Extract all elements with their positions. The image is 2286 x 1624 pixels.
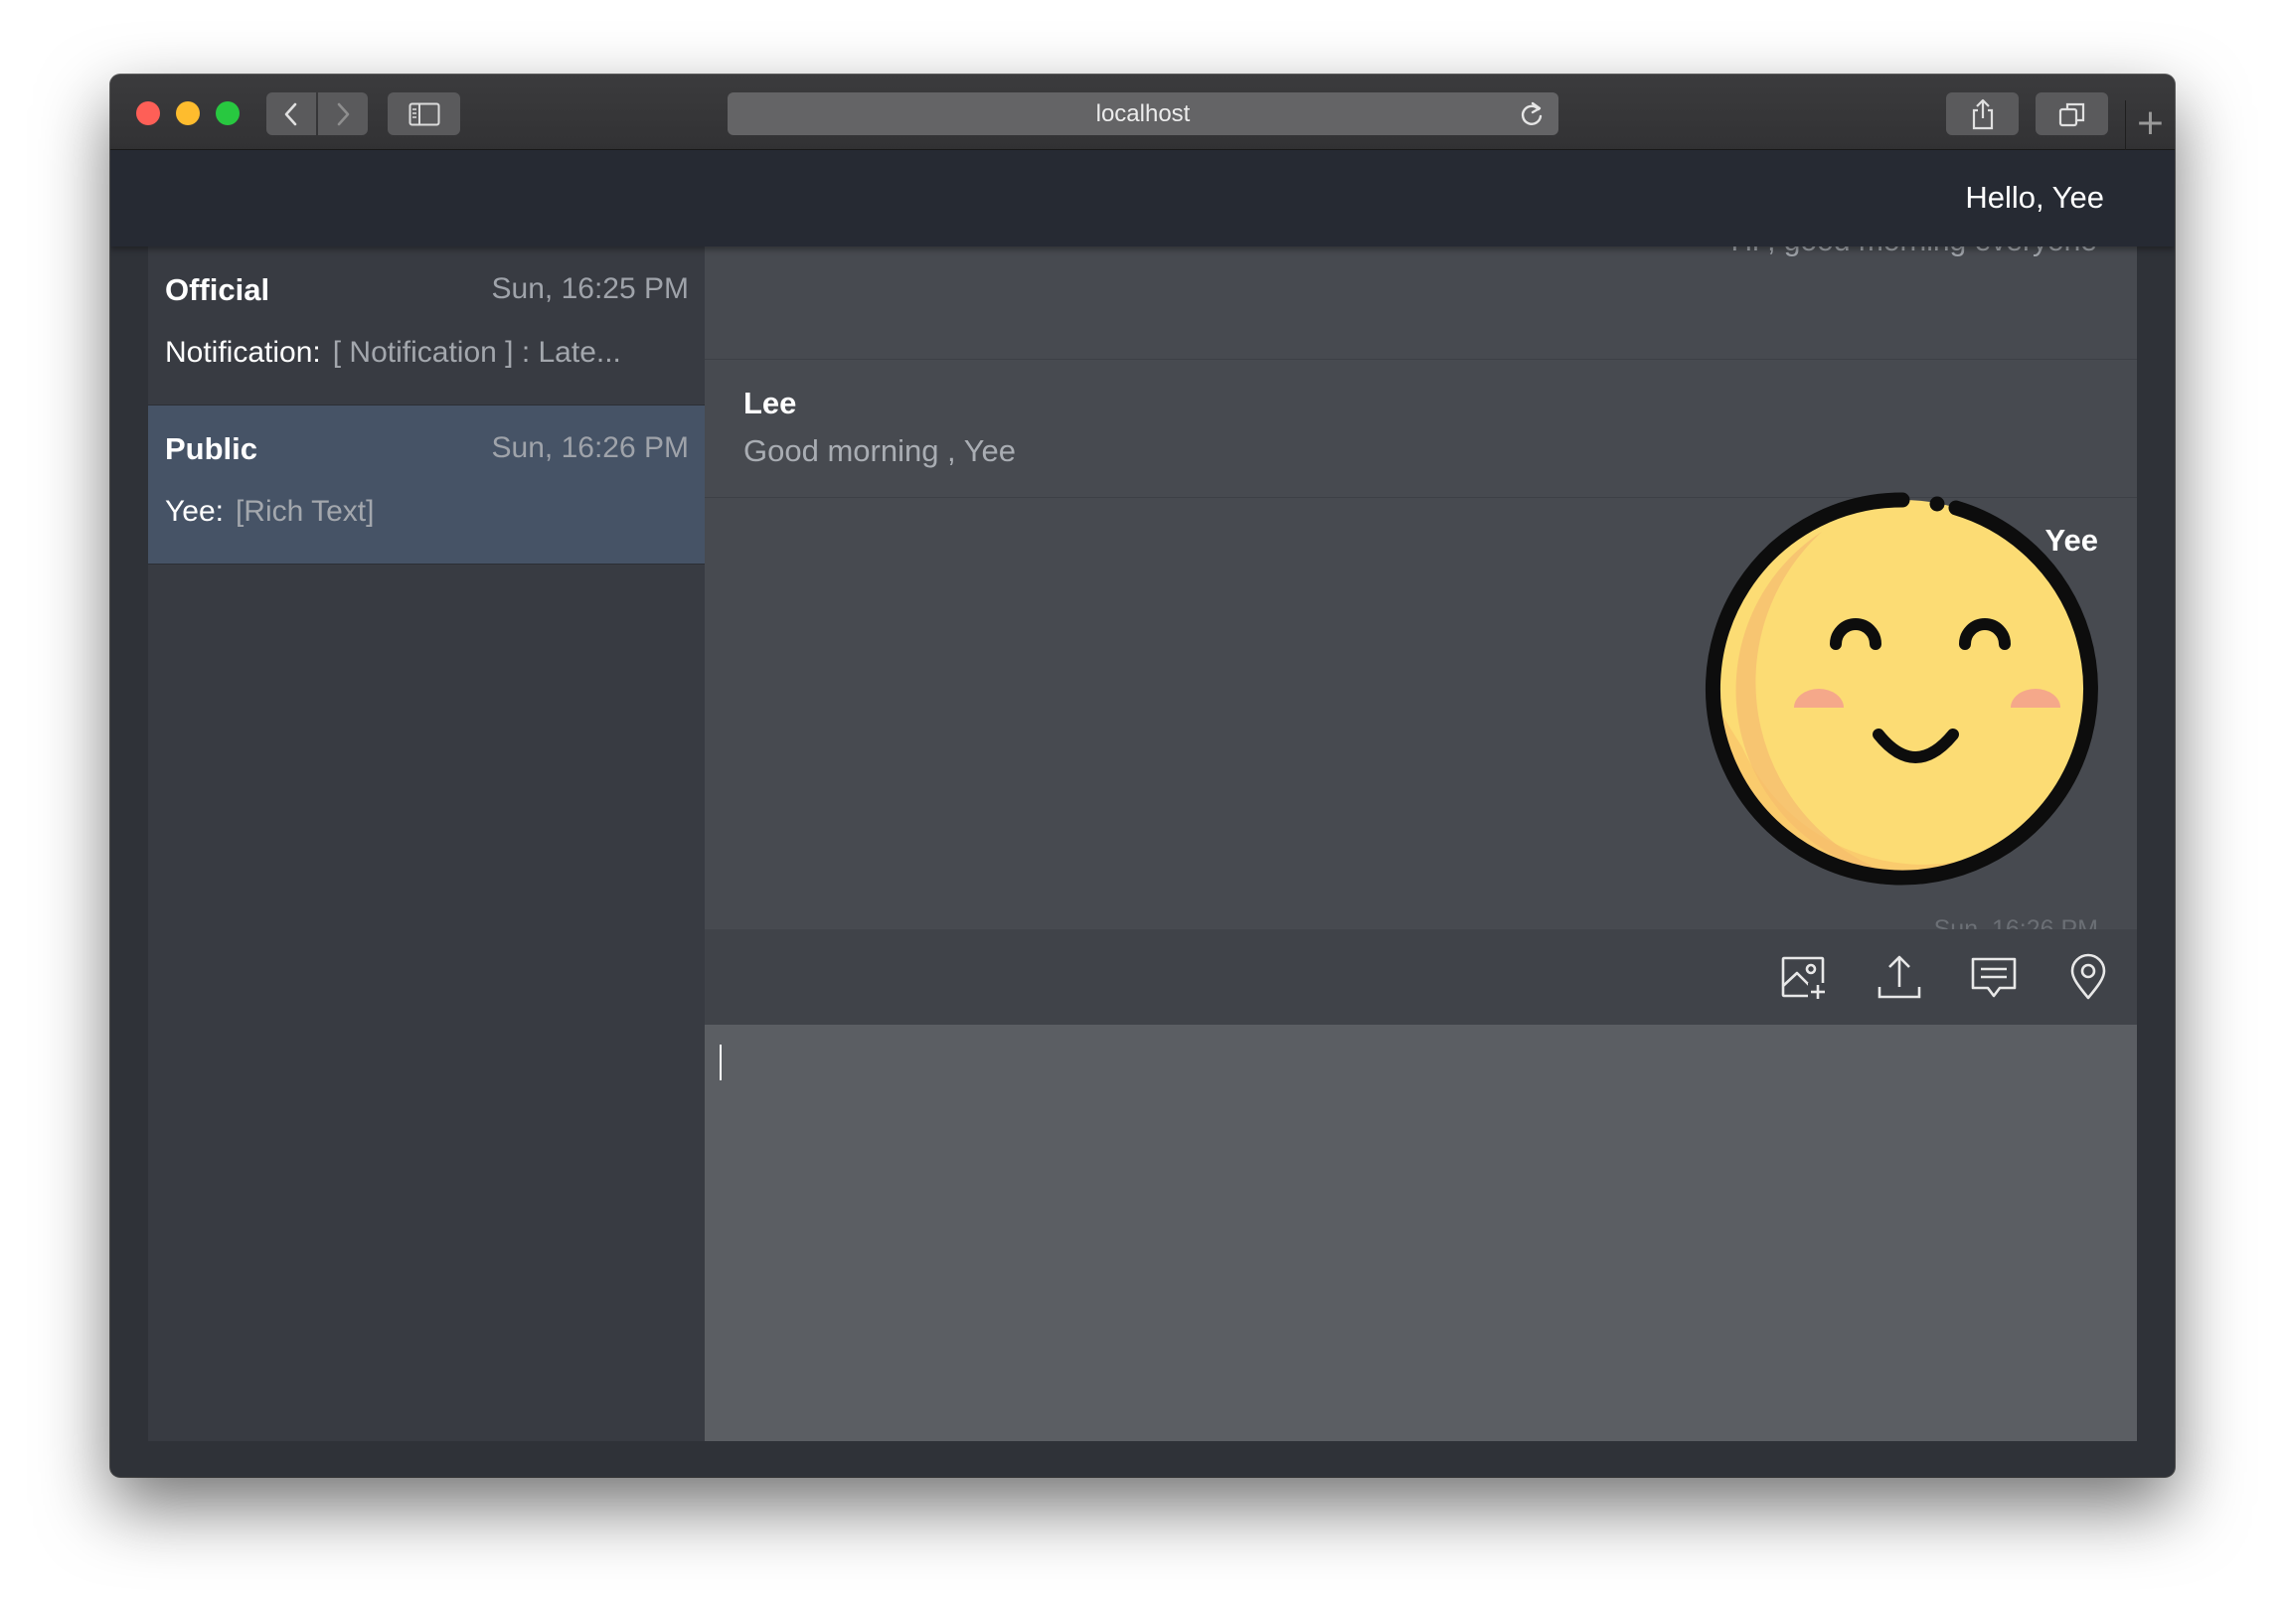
conversation-time: Sun, 16:25 PM [491, 272, 689, 305]
forward-button[interactable] [318, 92, 368, 135]
app-header: Hello, Yee [110, 150, 2175, 246]
message-time-yee: Sun, 16:26 PM [1933, 915, 2098, 929]
back-button[interactable] [266, 92, 316, 135]
conversation-name: Official [165, 272, 270, 307]
location-icon[interactable] [2064, 953, 2112, 1001]
conversation-name: Public [165, 431, 258, 466]
message-text-lee: Good morning , Yee [743, 433, 1017, 468]
share-button[interactable] [1946, 92, 2019, 135]
smiling-face-emoji[interactable] [1703, 489, 2102, 889]
conversation-item-official[interactable]: Official Sun, 16:25 PM Notification: [ No… [148, 246, 705, 406]
conversation-item-public[interactable]: Public Sun, 16:26 PM Yee: [Rich Text] [148, 406, 705, 565]
text-caret [720, 1045, 722, 1080]
chat-panel: Hi , good morning everyone Lee Good morn… [705, 246, 2137, 1441]
conversation-preview: Yee: [Rich Text] [165, 495, 692, 529]
message-list[interactable]: Hi , good morning everyone Lee Good morn… [705, 246, 2137, 929]
add-image-icon[interactable] [1780, 953, 1828, 1001]
share-icon [1972, 98, 1993, 129]
preview-text: [ Notification ] : Late... [332, 336, 621, 369]
zoom-window-button[interactable] [216, 101, 240, 125]
user-greeting[interactable]: Hello, Yee [1965, 180, 2104, 216]
message-input[interactable] [705, 1025, 2137, 1441]
preview-sender: Notification: [165, 336, 321, 369]
composer-toolbar [705, 929, 2137, 1025]
tabs-icon [2058, 102, 2084, 126]
upload-icon[interactable] [1876, 953, 1923, 1001]
conversation-list: Official Sun, 16:25 PM Notification: [ No… [148, 246, 705, 1441]
conversation-preview: Notification: [ Notification ] : Late... [165, 336, 692, 370]
preview-text: [Rich Text] [235, 495, 375, 528]
minimize-window-button[interactable] [176, 101, 200, 125]
message-sender-lee: Lee [743, 386, 797, 420]
chat-app: Official Sun, 16:25 PM Notification: [ No… [148, 246, 2137, 1441]
message-icon[interactable] [1970, 953, 2018, 1001]
address-bar[interactable]: localhost [728, 92, 1558, 135]
preview-sender: Yee: [165, 495, 224, 528]
browser-window: localhost + Hello, Yee Official Sun, 16:… [110, 75, 2175, 1477]
sidebar-icon [408, 102, 439, 125]
message-divider [705, 359, 2137, 360]
show-tabs-button[interactable] [2036, 92, 2108, 135]
chevron-left-icon [284, 102, 297, 125]
sidebar-toggle-button[interactable] [388, 92, 460, 135]
address-bar-url: localhost [1095, 99, 1191, 127]
message-text-clipped: Hi , good morning everyone [1730, 246, 2097, 258]
conversation-time: Sun, 16:26 PM [491, 431, 689, 464]
browser-titlebar: localhost + [110, 75, 2175, 150]
close-window-button[interactable] [136, 101, 160, 125]
chevron-right-icon [337, 102, 350, 125]
new-tab-button[interactable]: + [2125, 100, 2175, 150]
reload-icon[interactable] [1519, 100, 1545, 128]
